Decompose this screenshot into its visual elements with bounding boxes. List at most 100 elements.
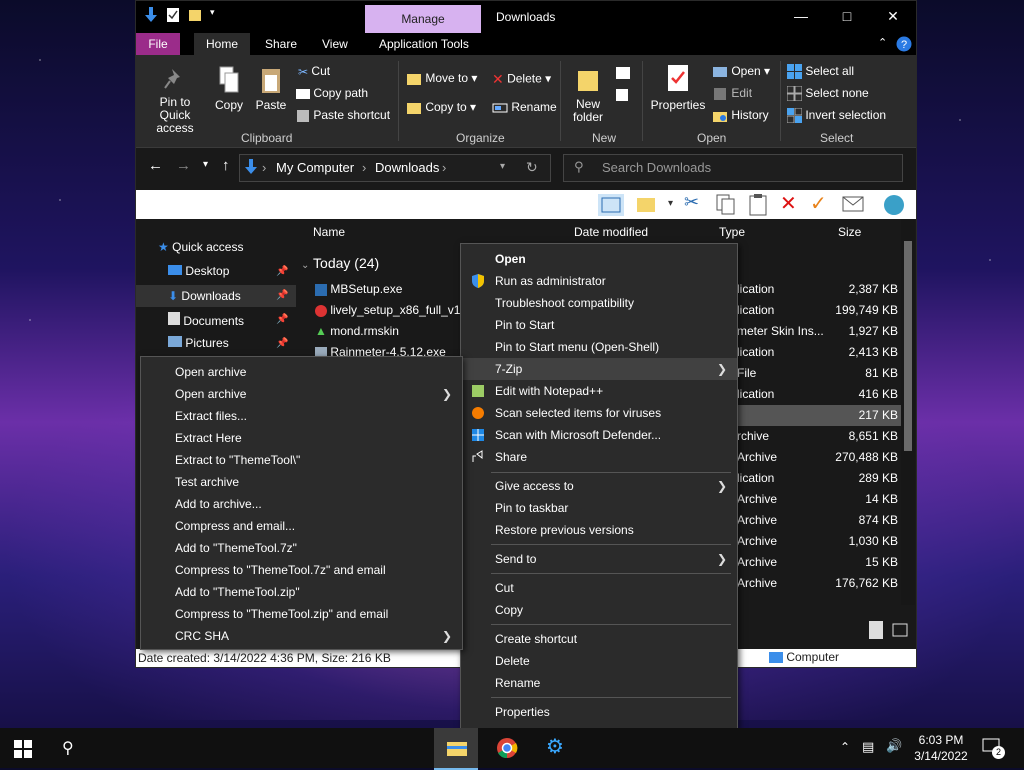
paste-toolbar-icon[interactable] bbox=[748, 194, 768, 216]
copy-button[interactable]: Copy bbox=[212, 65, 246, 112]
list-item[interactable]: MBSetup.exe bbox=[315, 282, 402, 296]
invert-selection-button[interactable]: Invert selection bbox=[787, 108, 886, 124]
list-item[interactable]: lively_setup_x86_full_v17 bbox=[315, 303, 467, 317]
menu-item-pin-to-start[interactable]: Pin to Start bbox=[461, 314, 737, 336]
copy-to-button[interactable]: Copy to ▾ bbox=[406, 100, 476, 116]
customize-qat-icon[interactable]: ▾ bbox=[210, 7, 218, 23]
zip-item-add-to-archive[interactable]: Add to archive... bbox=[141, 493, 462, 515]
select-all-button[interactable]: Select all bbox=[787, 64, 854, 80]
chevron-up-icon[interactable]: ⌃ bbox=[840, 740, 850, 754]
menu-item-properties[interactable]: Properties bbox=[461, 701, 737, 723]
select-none-button[interactable]: Select none bbox=[787, 86, 869, 102]
email-toolbar-icon[interactable] bbox=[842, 196, 864, 212]
zip-item-add-to-7z[interactable]: Add to "ThemeTool.7z" bbox=[141, 537, 462, 559]
pin-icon[interactable]: 📌 bbox=[276, 290, 288, 301]
windows-start-icon[interactable] bbox=[14, 740, 32, 758]
menu-item-send-to[interactable]: Send to ❯ bbox=[461, 548, 737, 570]
maximize-button[interactable]: □ bbox=[824, 1, 870, 33]
new-item-icon[interactable] bbox=[614, 65, 634, 81]
edit-button[interactable]: Edit bbox=[712, 86, 752, 101]
delete-button[interactable]: ✕ Delete ▾ bbox=[492, 71, 551, 88]
menu-item-restore-previous-versions[interactable]: Restore previous versions bbox=[461, 519, 737, 541]
cut-button[interactable]: ✂ Cut bbox=[298, 64, 330, 79]
zip-item-open-archive[interactable]: Open archive bbox=[141, 361, 462, 383]
menu-item-edit-with-notepad[interactable]: Edit with Notepad++ bbox=[461, 380, 737, 402]
tab-application-tools[interactable]: Application Tools bbox=[367, 33, 481, 55]
vertical-scrollbar[interactable] bbox=[901, 219, 915, 605]
close-button[interactable]: ✕ bbox=[870, 1, 916, 33]
delete-toolbar-icon[interactable]: ✕ bbox=[780, 191, 797, 216]
copy-toolbar-icon[interactable] bbox=[716, 194, 736, 216]
menu-item-copy[interactable]: Copy bbox=[461, 599, 737, 621]
back-arrow-icon[interactable]: ← bbox=[148, 157, 163, 174]
search-box[interactable]: ⚲ Search Downloads bbox=[563, 154, 903, 182]
move-to-button[interactable]: Move to ▾ bbox=[406, 71, 477, 87]
up-arrow-icon[interactable]: ↑ bbox=[222, 157, 230, 174]
recent-locations-icon[interactable]: ▾ bbox=[203, 159, 208, 170]
download-arrow-icon[interactable] bbox=[144, 7, 158, 23]
manage-tab[interactable]: Manage bbox=[365, 5, 481, 33]
tab-home[interactable]: Home bbox=[194, 33, 251, 55]
shell-options-icon[interactable] bbox=[882, 193, 906, 217]
pin-icon[interactable]: 📌 bbox=[276, 338, 288, 349]
properties-button[interactable]: Properties bbox=[648, 63, 708, 112]
group-header-today[interactable]: ⌄ Today (24) bbox=[301, 255, 379, 271]
taskbar-settings[interactable]: ⚙ bbox=[534, 728, 578, 768]
details-view-icon[interactable] bbox=[869, 621, 883, 639]
menu-item-share[interactable]: Share bbox=[461, 446, 737, 468]
open-button[interactable]: Open ▾ bbox=[712, 64, 770, 78]
forward-arrow-icon[interactable]: → bbox=[176, 157, 191, 174]
column-date-modified[interactable]: Date modified bbox=[574, 225, 648, 239]
menu-item-create-shortcut[interactable]: Create shortcut bbox=[461, 628, 737, 650]
volume-icon[interactable]: 🔊 bbox=[886, 738, 902, 754]
nav-item-documents[interactable]: Documents bbox=[168, 312, 244, 328]
menu-item-7-zip[interactable]: 7-Zip ❯ bbox=[461, 358, 737, 380]
list-item[interactable]: ▲ mond.rmskin bbox=[315, 324, 399, 338]
zip-item-open-archive-submenu[interactable]: Open archive ❯ bbox=[141, 383, 462, 405]
breadcrumb-downloads[interactable]: Downloads bbox=[375, 160, 439, 175]
menu-item-delete[interactable]: Delete bbox=[461, 650, 737, 672]
cut-toolbar-icon[interactable]: ✂ bbox=[684, 192, 699, 213]
zip-item-compress-to-7z-email[interactable]: Compress to "ThemeTool.7z" and email bbox=[141, 559, 462, 581]
address-bar[interactable]: › My Computer › Downloads › ▾ ↻ bbox=[239, 154, 551, 182]
menu-item-give-access-to[interactable]: Give access to ❯ bbox=[461, 475, 737, 497]
zip-item-compress-and-email[interactable]: Compress and email... bbox=[141, 515, 462, 537]
taskbar-file-explorer[interactable] bbox=[434, 728, 478, 770]
menu-item-pin-to-taskbar[interactable]: Pin to taskbar bbox=[461, 497, 737, 519]
pin-icon[interactable]: 📌 bbox=[276, 314, 288, 325]
zip-item-crc-sha[interactable]: CRC SHA ❯ bbox=[141, 625, 462, 647]
menu-item-troubleshoot-compatibility[interactable]: Troubleshoot compatibility bbox=[461, 292, 737, 314]
large-icons-view-icon[interactable] bbox=[892, 623, 908, 637]
zip-item-test-archive[interactable]: Test archive bbox=[141, 471, 462, 493]
column-size[interactable]: Size bbox=[838, 225, 861, 239]
menu-item-cut[interactable]: Cut bbox=[461, 577, 737, 599]
zip-item-extract-to-folder[interactable]: Extract to "ThemeTool\" bbox=[141, 449, 462, 471]
menu-item-pin-to-start-menu-open-shell[interactable]: Pin to Start menu (Open-Shell) bbox=[461, 336, 737, 358]
menu-item-open[interactable]: Open bbox=[461, 248, 737, 270]
refresh-icon[interactable]: ↻ bbox=[526, 159, 538, 176]
notification-center[interactable]: 2 bbox=[982, 738, 1005, 759]
menu-item-rename[interactable]: Rename bbox=[461, 672, 737, 694]
nav-item-quick-access[interactable]: ★ Quick access bbox=[158, 240, 243, 254]
breadcrumb-my-computer[interactable]: My Computer bbox=[276, 160, 354, 175]
menu-item-scan-for-viruses[interactable]: Scan selected items for viruses bbox=[461, 402, 737, 424]
properties-toolbar-icon[interactable]: ✓ bbox=[810, 191, 827, 216]
history-button[interactable]: History bbox=[712, 108, 769, 123]
copy-path-button[interactable]: Copy path bbox=[296, 86, 368, 100]
paste-shortcut-button[interactable]: Paste shortcut bbox=[296, 108, 390, 123]
search-icon[interactable]: ⚲ bbox=[62, 738, 74, 758]
taskbar-chrome[interactable] bbox=[484, 728, 528, 768]
minimize-button[interactable]: — bbox=[778, 1, 824, 33]
column-name[interactable]: Name bbox=[313, 225, 345, 239]
new-folder-button[interactable]: New folder bbox=[568, 65, 608, 124]
pin-icon[interactable]: 📌 bbox=[276, 266, 288, 277]
column-type[interactable]: Type bbox=[719, 225, 745, 239]
help-icon[interactable]: ? bbox=[896, 36, 912, 52]
tab-file[interactable]: File bbox=[136, 33, 180, 55]
system-clock[interactable]: 6:03 PM 3/14/2022 bbox=[906, 732, 976, 764]
tab-view[interactable]: View bbox=[310, 33, 360, 55]
rename-button[interactable]: Rename bbox=[492, 100, 557, 114]
nav-item-desktop[interactable]: Desktop bbox=[168, 264, 229, 278]
paste-button[interactable]: Paste bbox=[254, 65, 288, 112]
zip-item-add-to-zip[interactable]: Add to "ThemeTool.zip" bbox=[141, 581, 462, 603]
